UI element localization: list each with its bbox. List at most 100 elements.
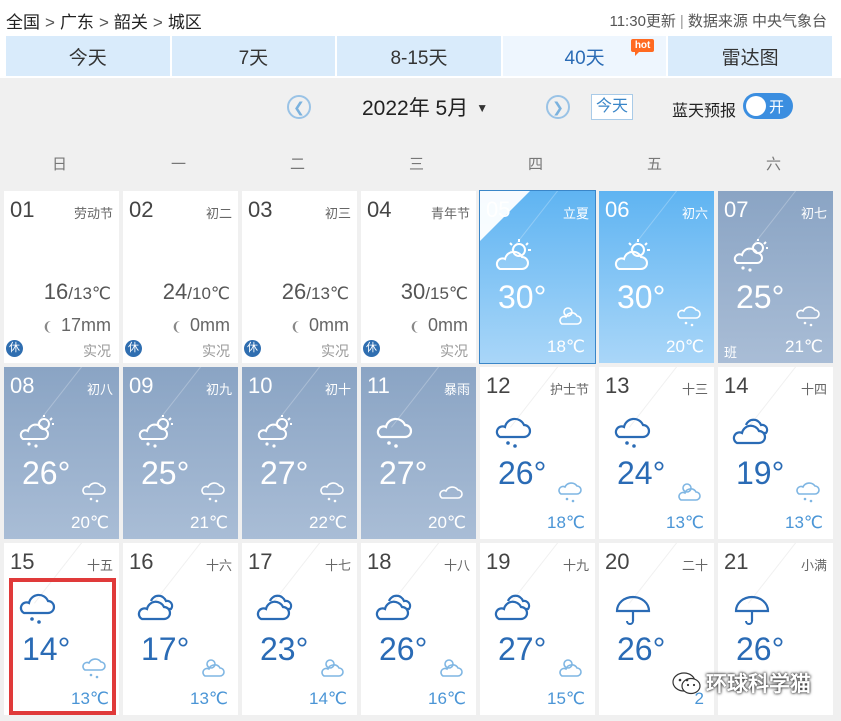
high-temp: 26° [22, 455, 71, 491]
hot-badge: hot [630, 39, 655, 56]
high-temp: 30° [498, 279, 547, 315]
cloud-icon [137, 591, 177, 625]
day-cell-18[interactable]: 18 十八 26° 16℃ [361, 543, 476, 715]
sun-rain-icon [18, 415, 58, 449]
high-temp: 30° [617, 279, 666, 315]
prev-month-button[interactable]: ❮ [287, 95, 311, 119]
tab-radar[interactable]: 雷达图 [668, 36, 832, 76]
day-cell-03[interactable]: 03 初三 26/13℃ ❨ 0mm 实况 休 [242, 191, 357, 363]
tab-today[interactable]: 今天 [6, 36, 170, 76]
tab-8-15days[interactable]: 8-15天 [337, 36, 501, 76]
day-cell-08[interactable]: 08 初八 26° 20℃ [4, 367, 119, 539]
high-temp: 17° [141, 631, 190, 667]
sun-cloud-icon [494, 239, 534, 273]
cloud-icon [732, 415, 772, 449]
high-temp: 25° [141, 455, 190, 491]
low-temp: 18℃ [546, 337, 585, 356]
high-temp: 27° [379, 455, 428, 491]
day-cell-07[interactable]: 07 初七 25° 21℃ 班 [718, 191, 833, 363]
rainfall: ❨ 0mm [409, 315, 468, 336]
blue-sky-toggle[interactable]: 开 [743, 93, 793, 119]
day-cell-11[interactable]: 11 暴雨 27° 20℃ [361, 367, 476, 539]
actual-label: 实况 [83, 343, 111, 359]
cloud-rain-small-icon [81, 655, 109, 679]
raindrop-icon: ❨ [409, 319, 420, 334]
weekday-wed: 三 [408, 156, 424, 173]
breadcrumb: 全国 > 广东 > 韶关 > 城区 [6, 8, 207, 33]
cloud-rain-small-icon [319, 479, 347, 503]
high-temp: 26° [736, 631, 785, 667]
lunar-label: 十八 [443, 558, 470, 573]
day-cell-12[interactable]: 12 护士节 26° 18℃ [480, 367, 595, 539]
lunar-label: 十五 [86, 558, 113, 573]
lunar-label: 初八 [86, 382, 113, 397]
cloud-sun-small-icon [438, 655, 466, 679]
breadcrumb-country[interactable]: 全国 [6, 13, 40, 32]
day-number: 04 [367, 197, 392, 222]
day-number: 08 [10, 373, 35, 398]
next-month-button[interactable]: ❯ [546, 95, 570, 119]
day-cell-09[interactable]: 09 初九 25° 21℃ [123, 367, 238, 539]
weekday-mon: 一 [170, 156, 186, 173]
day-cell-06[interactable]: 06 初六 30° 20℃ [599, 191, 714, 363]
day-number: 09 [129, 373, 154, 398]
raindrop-icon: ❨ [171, 319, 182, 334]
tab-7days[interactable]: 7天 [171, 36, 336, 76]
lunar-label: 二十 [681, 558, 708, 573]
cloud-rain-small-icon [795, 303, 823, 327]
day-number: 12 [486, 373, 511, 398]
top-bar: 全国 > 广东 > 韶关 > 城区 11:30更新 | 数据来源 中央气象台 [0, 0, 841, 36]
breadcrumb-separator: > [98, 13, 109, 32]
cloud-sun-small-icon [200, 655, 228, 679]
lunar-label: 护士节 [549, 382, 589, 397]
day-number: 06 [605, 197, 630, 222]
toggle-label: 开 [769, 99, 785, 116]
actual-low: 10℃ [191, 284, 230, 303]
day-cell-10[interactable]: 10 初十 27° 22℃ [242, 367, 357, 539]
low-temp: 13℃ [70, 689, 109, 708]
cloud-rain-icon [18, 591, 58, 625]
weekday-thu: 四 [527, 156, 543, 173]
high-temp: 27° [498, 631, 547, 667]
breadcrumb-city[interactable]: 韶关 [114, 13, 148, 32]
month-selector[interactable]: 2022年 5月 ▼ [362, 92, 488, 122]
weekday-header: 日 一 二 三 四 五 六 [0, 140, 841, 188]
lunar-label: 十三 [681, 382, 708, 397]
raindrop-icon: ❨ [42, 319, 53, 334]
breadcrumb-district: 城区 [167, 13, 202, 32]
day-cell-17[interactable]: 17 十七 23° 14℃ [242, 543, 357, 715]
day-cell-04[interactable]: 04 青年节 30/15℃ ❨ 0mm 实况 休 [361, 191, 476, 363]
tab-label: 雷达图 [721, 47, 779, 69]
high-temp: 23° [260, 631, 309, 667]
low-temp: 20℃ [427, 513, 466, 532]
today-button[interactable]: 今天 [591, 94, 634, 120]
day-cell-15[interactable]: 15 十五 14° 13℃ [4, 543, 119, 715]
day-cell-02[interactable]: 02 初二 24/10℃ ❨ 0mm 实况 休 [123, 191, 238, 363]
rain-icon [613, 591, 653, 625]
lunar-label: 青年节 [430, 206, 470, 221]
tab-40days[interactable]: 40天 hot [502, 36, 667, 76]
breadcrumb-province[interactable]: 广东 [60, 13, 94, 32]
lunar-label: 小满 [800, 558, 827, 573]
cloud-icon [494, 591, 534, 625]
day-cell-16[interactable]: 16 十六 17° 13℃ [123, 543, 238, 715]
weekday-fri: 五 [646, 156, 662, 173]
lunar-label: 初三 [324, 206, 351, 221]
day-number: 02 [129, 197, 154, 222]
cloud-rain-small-icon [676, 303, 704, 327]
day-cell-05[interactable]: 05 立夏 30° 18℃ [479, 190, 596, 364]
day-cell-14[interactable]: 14 十四 19° 13℃ [718, 367, 833, 539]
day-cell-01[interactable]: 01 劳动节 16/13℃ ❨ 17mm 实况 休 [4, 191, 119, 363]
cloud-small-icon [438, 479, 466, 503]
day-cell-13[interactable]: 13 十三 24° 13℃ [599, 367, 714, 539]
sun-rain-icon [256, 415, 296, 449]
actual-temps: 24/10℃ [162, 279, 230, 304]
holiday-badge: 休 [125, 340, 142, 357]
sun-rain-icon [137, 415, 177, 449]
day-cell-19[interactable]: 19 十九 27° 15℃ [480, 543, 595, 715]
weekday-sat: 六 [765, 156, 781, 173]
actual-low: 13℃ [72, 284, 111, 303]
cloud-rain-icon [494, 415, 534, 449]
low-temp: 21℃ [784, 337, 823, 356]
sun-cloud-icon [613, 239, 653, 273]
